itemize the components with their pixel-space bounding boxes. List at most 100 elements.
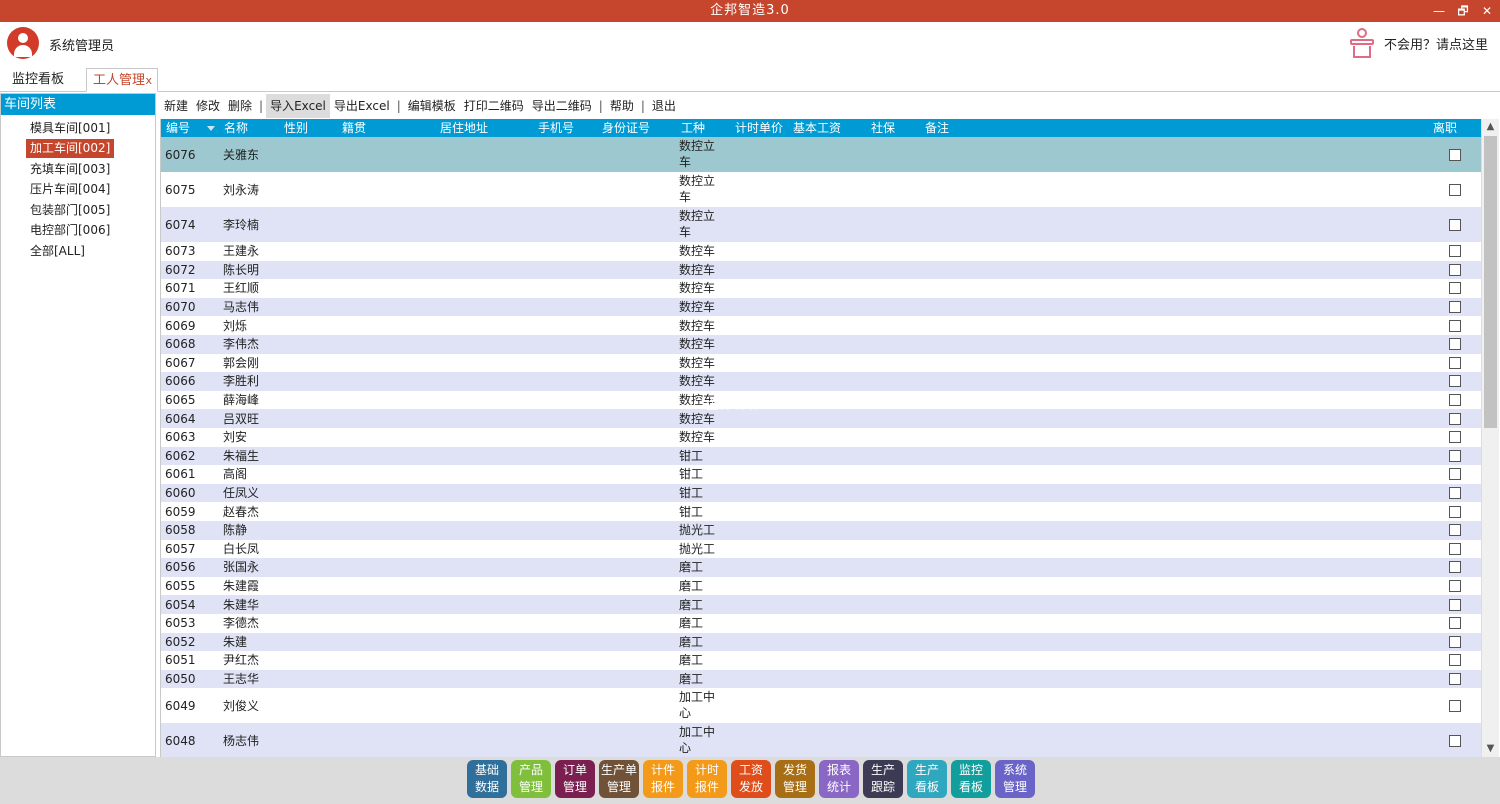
table-row[interactable]: 6074 李玲楠 数控立车 — [161, 207, 1481, 242]
scroll-thumb[interactable] — [1484, 136, 1497, 428]
resigned-checkbox[interactable] — [1449, 468, 1461, 481]
col-header-gender[interactable]: 性别 — [284, 119, 308, 137]
resigned-checkbox[interactable] — [1449, 505, 1461, 518]
resigned-checkbox[interactable] — [1449, 449, 1461, 462]
table-row[interactable]: 6063 刘安 数控车 — [161, 428, 1481, 447]
table-row[interactable]: 6049 刘俊义 加工中心 — [161, 688, 1481, 724]
col-header-insurance[interactable]: 社保 — [871, 119, 895, 137]
nav-button[interactable]: 基础 数据 — [467, 760, 507, 798]
nav-button[interactable]: 生产 看板 — [907, 760, 947, 798]
col-header-phone[interactable]: 手机号 — [538, 119, 574, 137]
table-row[interactable]: 6055 朱建霞 磨工 — [161, 576, 1481, 596]
nav-button[interactable]: 工资 发放 — [731, 760, 771, 798]
resigned-checkbox[interactable] — [1449, 148, 1461, 161]
resigned-checkbox[interactable] — [1449, 580, 1461, 593]
table-row[interactable]: 6056 张国永 磨工 — [161, 558, 1481, 577]
table-row[interactable]: 6068 李伟杰 数控车 — [161, 335, 1481, 354]
col-header-id[interactable]: 编号 — [166, 119, 190, 137]
resigned-checkbox[interactable] — [1449, 487, 1461, 500]
resigned-checkbox[interactable] — [1449, 699, 1461, 712]
resigned-checkbox[interactable] — [1449, 617, 1461, 630]
table-row[interactable]: 6076 关雅东 数控立车 — [161, 137, 1481, 172]
restore-icon[interactable]: 🗗 — [1456, 4, 1470, 18]
workshop-item[interactable]: 包装部门[005] — [26, 201, 114, 220]
nav-button[interactable]: 系统 管理 — [995, 760, 1035, 798]
toolbar-button[interactable]: 删除 — [224, 94, 256, 118]
nav-button[interactable]: 生产单 管理 — [599, 760, 639, 798]
table-row[interactable]: 6058 陈静 抛光工 — [161, 521, 1481, 540]
workshop-item[interactable]: 充填车间[003] — [26, 160, 114, 179]
table-row[interactable]: 6051 尹红杰 磨工 — [161, 651, 1481, 670]
resigned-checkbox[interactable] — [1449, 734, 1461, 747]
help-link[interactable]: 不会用？请点这里 — [1348, 28, 1488, 58]
toolbar-button[interactable]: 新建 — [160, 94, 192, 118]
resigned-checkbox[interactable] — [1449, 245, 1461, 258]
workshop-item[interactable]: 电控部门[006] — [26, 221, 114, 240]
resigned-checkbox[interactable] — [1449, 356, 1461, 369]
toolbar-button[interactable]: 退出 — [648, 94, 680, 118]
table-row[interactable]: 6075 刘永涛 数控立车 — [161, 172, 1481, 207]
resigned-checkbox[interactable] — [1449, 301, 1461, 314]
col-header-resigned[interactable]: 离职 — [1433, 119, 1457, 137]
nav-button[interactable]: 产品 管理 — [511, 760, 551, 798]
col-header-salary[interactable]: 基本工资 — [793, 119, 841, 137]
resigned-checkbox[interactable] — [1449, 412, 1461, 425]
minimize-icon[interactable]: — — [1432, 4, 1446, 18]
table-row[interactable]: 6052 朱建 磨工 — [161, 632, 1481, 652]
scroll-down-icon[interactable]: ▼ — [1482, 741, 1499, 757]
table-row[interactable]: 6062 朱福生 钳工 — [161, 446, 1481, 466]
resigned-checkbox[interactable] — [1449, 319, 1461, 332]
help-text[interactable]: 不会用？请点这里 — [1384, 34, 1488, 53]
col-header-remark[interactable]: 备注 — [925, 119, 949, 137]
table-row[interactable]: 6070 马志伟 数控车 — [161, 297, 1481, 317]
table-row[interactable]: 6064 吕双旺 数控车 — [161, 409, 1481, 428]
table-row[interactable]: 6071 王红顺 数控车 — [161, 279, 1481, 298]
toolbar-button[interactable]: 修改 — [192, 94, 224, 118]
toolbar-button[interactable]: 导出Excel — [330, 94, 394, 118]
resigned-checkbox[interactable] — [1449, 598, 1461, 611]
table-row[interactable]: 6073 王建永 数控车 — [161, 242, 1481, 261]
nav-button[interactable]: 计件 报件 — [643, 760, 683, 798]
resigned-checkbox[interactable] — [1449, 375, 1461, 388]
resigned-checkbox[interactable] — [1449, 635, 1461, 648]
resigned-checkbox[interactable] — [1449, 282, 1461, 295]
nav-button[interactable]: 计时 报件 — [687, 760, 727, 798]
table-row[interactable]: 6059 赵春杰 钳工 — [161, 502, 1481, 521]
tab-monitor-board[interactable]: 监控看板 — [6, 68, 70, 92]
toolbar-button[interactable]: 导出二维码 — [528, 94, 596, 118]
col-header-name[interactable]: 名称 — [224, 119, 248, 137]
tab-worker-management[interactable]: 工人管理 x — [86, 68, 158, 92]
toolbar-button[interactable]: 编辑模板 — [404, 94, 460, 118]
resigned-checkbox[interactable] — [1449, 542, 1461, 555]
table-row[interactable]: 6065 薛海峰 数控车 — [161, 390, 1481, 410]
toolbar-button[interactable]: 导入Excel — [266, 94, 330, 118]
toolbar-button[interactable]: 打印二维码 — [460, 94, 528, 118]
resigned-checkbox[interactable] — [1449, 338, 1461, 351]
table-row[interactable]: 6066 李胜利 数控车 — [161, 372, 1481, 391]
table-row[interactable]: 6054 朱建华 磨工 — [161, 595, 1481, 614]
resigned-checkbox[interactable] — [1449, 654, 1461, 667]
workshop-item[interactable]: 模具车间[001] — [26, 119, 114, 138]
nav-button[interactable]: 监控 看板 — [951, 760, 991, 798]
sort-desc-icon[interactable] — [207, 126, 215, 131]
workshop-item-selected[interactable]: 加工车间[002] — [26, 139, 115, 158]
table-row[interactable]: 6069 刘烁 数控车 — [161, 316, 1481, 335]
resigned-checkbox[interactable] — [1449, 673, 1461, 686]
scroll-up-icon[interactable]: ▲ — [1482, 119, 1499, 135]
table-row[interactable]: 6072 陈长明 数控车 — [161, 260, 1481, 280]
nav-button[interactable]: 报表 统计 — [819, 760, 859, 798]
table-row[interactable]: 6050 王志华 磨工 — [161, 669, 1481, 689]
resigned-checkbox[interactable] — [1449, 524, 1461, 537]
nav-button[interactable]: 发货 管理 — [775, 760, 815, 798]
table-row[interactable]: 6048 杨志伟 加工中心 — [161, 723, 1481, 757]
table-row[interactable]: 6057 白长凤 抛光工 — [161, 539, 1481, 559]
nav-button[interactable]: 生产 跟踪 — [863, 760, 903, 798]
workshop-item[interactable]: 全部[ALL] — [26, 242, 89, 261]
col-header-hourly[interactable]: 计时单价 — [735, 119, 783, 137]
toolbar-button[interactable]: 帮助 — [606, 94, 638, 118]
workshop-item[interactable]: 压片车间[004] — [26, 180, 114, 199]
vertical-scrollbar[interactable]: ▲ ▼ — [1481, 119, 1499, 757]
resigned-checkbox[interactable] — [1449, 263, 1461, 276]
table-row[interactable]: 6053 李德杰 磨工 — [161, 614, 1481, 633]
resigned-checkbox[interactable] — [1449, 561, 1461, 574]
